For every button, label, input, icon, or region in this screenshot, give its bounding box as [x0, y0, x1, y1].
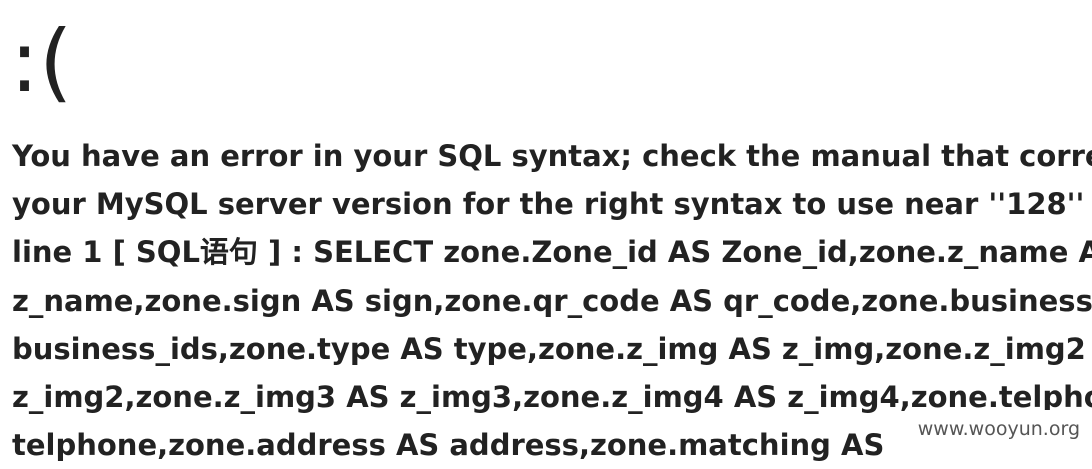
- watermark: www.wooyun.org: [915, 410, 1082, 448]
- error-message-line: You have an error in your SQL syntax; ch…: [12, 139, 1092, 173]
- error-message-line: z_name,zone.sign AS sign,zone.qr_code AS…: [12, 283, 1092, 318]
- error-message-line: line 1 [ SQL语句 ] : SELECT zone.Zone_id A…: [12, 235, 1092, 270]
- sad-face-emoticon: :(: [10, 12, 73, 112]
- error-message-line: your MySQL server version for the right …: [12, 187, 1092, 222]
- error-message-line: business_ids,zone.type AS type,zone.z_im…: [12, 331, 1092, 366]
